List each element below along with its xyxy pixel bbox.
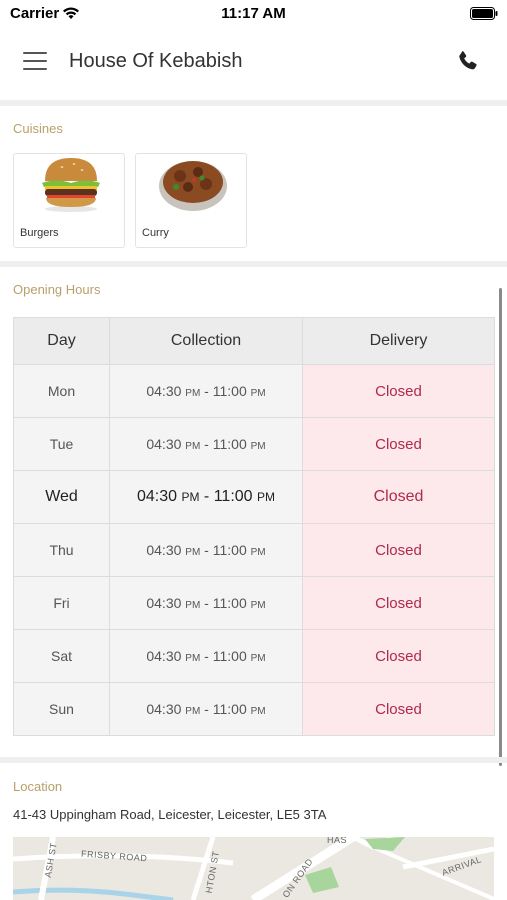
divider — [0, 757, 507, 763]
column-header-delivery: Delivery — [302, 317, 495, 365]
cuisine-label: Curry — [142, 227, 169, 239]
table-row-today: Wed 04:30 PM - 11:00 PM Closed — [13, 470, 495, 524]
opening-hours-heading: Opening Hours — [13, 282, 101, 297]
table-row: Sun 04:30 PM - 11:00 PM Closed — [13, 682, 495, 736]
collection-hours: 04:30 PM - 11:00 PM — [109, 470, 303, 524]
delivery-status: Closed — [302, 629, 495, 683]
opening-hours-table: Day Collection Delivery Mon 04:30 PM - 1… — [13, 317, 495, 736]
day-cell: Mon — [13, 364, 110, 418]
scrollbar[interactable] — [499, 288, 502, 766]
table-row: Tue 04:30 PM - 11:00 PM Closed — [13, 417, 495, 471]
day-cell: Sat — [13, 629, 110, 683]
status-time: 11:17 AM — [221, 5, 286, 22]
map-label: HAS — [327, 837, 348, 845]
day-cell: Fri — [13, 576, 110, 630]
collection-hours: 04:30 PM - 11:00 PM — [109, 629, 303, 683]
table-header-row: Day Collection Delivery — [13, 317, 495, 365]
phone-icon[interactable] — [455, 49, 481, 75]
delivery-status: Closed — [302, 576, 495, 630]
cuisine-card-curry[interactable]: Curry — [135, 153, 247, 248]
page-title: House Of Kebabish — [69, 50, 243, 72]
delivery-status: Closed — [302, 523, 495, 577]
delivery-status: Closed — [302, 470, 495, 524]
collection-hours: 04:30 PM - 11:00 PM — [109, 682, 303, 736]
column-header-collection: Collection — [109, 317, 303, 365]
delivery-status: Closed — [302, 682, 495, 736]
address-text: 41-43 Uppingham Road, Leicester, Leicest… — [13, 807, 327, 822]
cuisines-heading: Cuisines — [13, 121, 63, 136]
collection-hours: 04:30 PM - 11:00 PM — [109, 417, 303, 471]
collection-hours: 04:30 PM - 11:00 PM — [109, 576, 303, 630]
delivery-status: Closed — [302, 417, 495, 471]
day-cell: Wed — [13, 470, 110, 524]
menu-icon[interactable] — [23, 52, 47, 72]
table-row: Fri 04:30 PM - 11:00 PM Closed — [13, 576, 495, 630]
cuisine-card-burgers[interactable]: Burgers — [13, 153, 125, 248]
column-header-day: Day — [13, 317, 110, 365]
delivery-status: Closed — [302, 364, 495, 418]
status-bar: Carrier 11:17 AM — [0, 0, 507, 30]
curry-image — [159, 161, 227, 211]
divider — [0, 261, 507, 267]
collection-hours: 04:30 PM - 11:00 PM — [109, 364, 303, 418]
location-heading: Location — [13, 779, 63, 794]
location-map[interactable]: ASH ST FRISBY ROAD HTON ST ON ROAD HAS A… — [13, 837, 494, 900]
table-row: Mon 04:30 PM - 11:00 PM Closed — [13, 364, 495, 418]
burger-image — [42, 158, 100, 212]
day-cell: Thu — [13, 523, 110, 577]
collection-hours: 04:30 PM - 11:00 PM — [109, 523, 303, 577]
day-cell: Tue — [13, 417, 110, 471]
day-cell: Sun — [13, 682, 110, 736]
divider — [0, 100, 507, 106]
table-row: Sat 04:30 PM - 11:00 PM Closed — [13, 629, 495, 683]
app-header: House Of Kebabish — [0, 36, 507, 88]
map-roads — [13, 837, 494, 900]
battery-icon — [470, 7, 498, 20]
table-row: Thu 04:30 PM - 11:00 PM Closed — [13, 523, 495, 577]
cuisine-label: Burgers — [20, 227, 59, 239]
